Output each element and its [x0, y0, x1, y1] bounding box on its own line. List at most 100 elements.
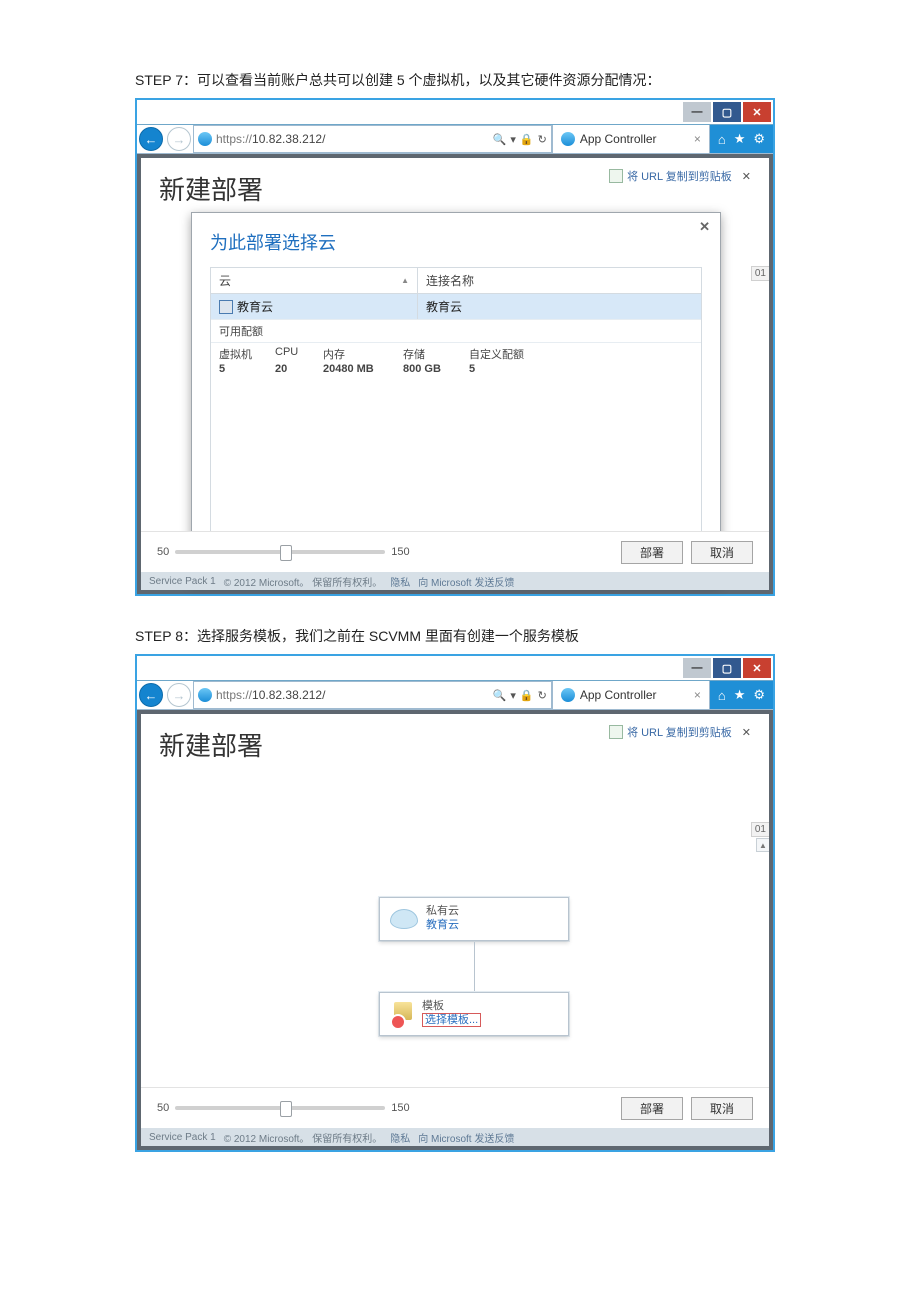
favorites-icon[interactable]: ★ [734, 131, 746, 147]
select-cloud-dialog: ✕ 为此部署选择云 云 ▲ 连接名称 [191, 212, 721, 582]
window-close-button[interactable]: ✕ [743, 658, 771, 678]
quota-labels-row: 虚拟机 CPU 内存 存储 自定义配额 [211, 343, 701, 362]
window-maximize-button[interactable]: ▢ [713, 658, 741, 678]
tab-strip: App Controller × [552, 125, 710, 153]
window-titlebar: — ▢ ✕ [137, 656, 773, 680]
close-icon[interactable]: ✕ [742, 726, 751, 739]
refresh-icon[interactable]: ↻ [538, 133, 547, 146]
url-host: 10.82.38.212/ [252, 688, 325, 702]
tab-title: App Controller [580, 688, 657, 702]
clipboard-icon [609, 725, 623, 739]
node-connector [474, 942, 475, 992]
col-cloud-header[interactable]: 云 ▲ [211, 268, 418, 293]
url-host: 10.82.38.212/ [252, 132, 325, 146]
refresh-icon[interactable]: ↻ [538, 689, 547, 702]
nav-forward-button[interactable]: → [165, 681, 193, 709]
cloud-node-name: 教育云 [426, 919, 459, 931]
browser-tab[interactable]: App Controller × [553, 125, 710, 153]
address-row: ← → https://10.82.38.212/ 🔍 ▾ 🔒 ↻ App Co… [137, 680, 773, 709]
template-node-title: 模板 [422, 1000, 444, 1012]
tab-strip: App Controller × [552, 681, 710, 709]
tab-title: App Controller [580, 132, 657, 146]
deploy-button[interactable]: 部署 [621, 541, 683, 564]
window-minimize-button[interactable]: — [683, 102, 711, 122]
content-area: 新建部署 将 URL 复制到剪贴板 ✕ 01 ✕ 为此部署选择云 云 [137, 153, 773, 594]
browser-tab[interactable]: App Controller × [553, 681, 710, 709]
step7-window: — ▢ ✕ ← → https://10.82.38.212/ 🔍 ▾ 🔒 ↻ [135, 98, 775, 596]
window-minimize-button[interactable]: — [683, 658, 711, 678]
cloud-row-icon [219, 300, 233, 314]
address-bar[interactable]: https://10.82.38.212/ 🔍 ▾ 🔒 ↻ [193, 681, 552, 709]
status-copyright: © 2012 Microsoft。 保留所有权利。 [224, 1130, 383, 1145]
deploy-button[interactable]: 部署 [621, 1097, 683, 1120]
side-scroll-up[interactable]: ▲ [756, 838, 769, 852]
url-scheme: https:// [216, 688, 252, 702]
status-privacy-link[interactable]: 隐私 [390, 574, 410, 589]
copy-url-link[interactable]: 将 URL 复制到剪贴板 ✕ [609, 168, 751, 184]
clipboard-icon [609, 169, 623, 183]
step7-caption: STEP 7：可以查看当前账户总共可以创建 5 个虚拟机，以及其它硬件资源分配情… [135, 70, 785, 90]
home-icon[interactable]: ⌂ [718, 688, 726, 703]
cloud-table: 云 ▲ 连接名称 教育云 教育云 可用配额 [210, 267, 702, 534]
address-row: ← → https://10.82.38.212/ 🔍 ▾ 🔒 ↻ App Co… [137, 124, 773, 153]
select-template-link[interactable]: 选择模板... [422, 1013, 481, 1027]
search-icon[interactable]: 🔍 [493, 689, 507, 702]
side-badge: 01 [751, 822, 769, 837]
status-feedback-link[interactable]: 向 Microsoft 发送反馈 [418, 574, 514, 589]
quota-subheader: 可用配额 [211, 319, 701, 343]
nav-back-button[interactable]: ← [137, 125, 165, 153]
nav-back-button[interactable]: ← [137, 681, 165, 709]
step8-caption: STEP 8：选择服务模板，我们之前在 SCVMM 里面有创建一个服务模板 [135, 626, 785, 646]
ie-icon [198, 132, 212, 146]
address-bar[interactable]: https://10.82.38.212/ 🔍 ▾ 🔒 ↻ [193, 125, 552, 153]
nav-forward-button[interactable]: → [165, 125, 193, 153]
cloud-node-title: 私有云 [426, 905, 459, 917]
settings-icon[interactable]: ⚙ [753, 687, 765, 703]
content-area: 新建部署 将 URL 复制到剪贴板 ✕ 01 ▲ 私有云 教育云 [137, 709, 773, 1150]
close-icon[interactable]: ✕ [742, 170, 751, 183]
copy-url-label: 将 URL 复制到剪贴板 [627, 168, 732, 184]
copy-url-link[interactable]: 将 URL 复制到剪贴板 ✕ [609, 724, 751, 740]
cloud-row-connection: 教育云 [418, 294, 701, 319]
status-bar: Service Pack 1 © 2012 Microsoft。 保留所有权利。… [141, 572, 769, 590]
cloud-icon [390, 909, 418, 929]
status-feedback-link[interactable]: 向 Microsoft 发送反馈 [418, 1130, 514, 1145]
cloud-table-header: 云 ▲ 连接名称 [211, 268, 701, 294]
deployment-canvas[interactable]: 私有云 教育云 模板 选择模板... [159, 767, 751, 1107]
window-close-button[interactable]: ✕ [743, 102, 771, 122]
browser-tool-icons: ⌂ ★ ⚙ [710, 681, 773, 709]
sort-asc-icon: ▲ [401, 276, 409, 285]
tab-close-icon[interactable]: × [694, 688, 701, 702]
status-privacy-link[interactable]: 隐私 [390, 1130, 410, 1145]
settings-icon[interactable]: ⚙ [753, 131, 765, 147]
tab-close-icon[interactable]: × [694, 132, 701, 146]
footer-cancel-button[interactable]: 取消 [691, 541, 753, 564]
window-maximize-button[interactable]: ▢ [713, 102, 741, 122]
quota-values-row: 5 20 20480 MB 800 GB 5 [211, 362, 701, 383]
step8-window: — ▢ ✕ ← → https://10.82.38.212/ 🔍 ▾ 🔒 ↻ [135, 654, 775, 1152]
zoom-min-label: 50 [157, 1102, 169, 1114]
footer-bar: 50 150 部署 取消 [141, 531, 769, 572]
lock-icon: 🔒 [520, 133, 534, 146]
favorites-icon[interactable]: ★ [734, 687, 746, 703]
status-sp: Service Pack 1 [149, 576, 216, 587]
footer-cancel-button[interactable]: 取消 [691, 1097, 753, 1120]
window-titlebar: — ▢ ✕ [137, 100, 773, 124]
status-bar: Service Pack 1 © 2012 Microsoft。 保留所有权利。… [141, 1128, 769, 1146]
dropdown-icon[interactable]: ▾ [510, 133, 516, 146]
footer-bar: 50 150 部署 取消 [141, 1087, 769, 1128]
zoom-slider[interactable]: 50 150 [157, 1102, 410, 1114]
col-connection-header[interactable]: 连接名称 [418, 268, 701, 293]
dropdown-icon[interactable]: ▾ [510, 689, 516, 702]
cloud-node[interactable]: 私有云 教育云 [379, 897, 569, 941]
home-icon[interactable]: ⌂ [718, 132, 726, 147]
ie-icon [198, 688, 212, 702]
cloud-row-selected[interactable]: 教育云 教育云 [211, 294, 701, 319]
copy-url-label: 将 URL 复制到剪贴板 [627, 724, 732, 740]
ie-icon [561, 132, 575, 146]
zoom-slider[interactable]: 50 150 [157, 546, 410, 558]
dialog-close-button[interactable]: ✕ [699, 219, 710, 235]
search-icon[interactable]: 🔍 [493, 133, 507, 146]
status-copyright: © 2012 Microsoft。 保留所有权利。 [224, 574, 383, 589]
template-node[interactable]: 模板 选择模板... [379, 992, 569, 1036]
